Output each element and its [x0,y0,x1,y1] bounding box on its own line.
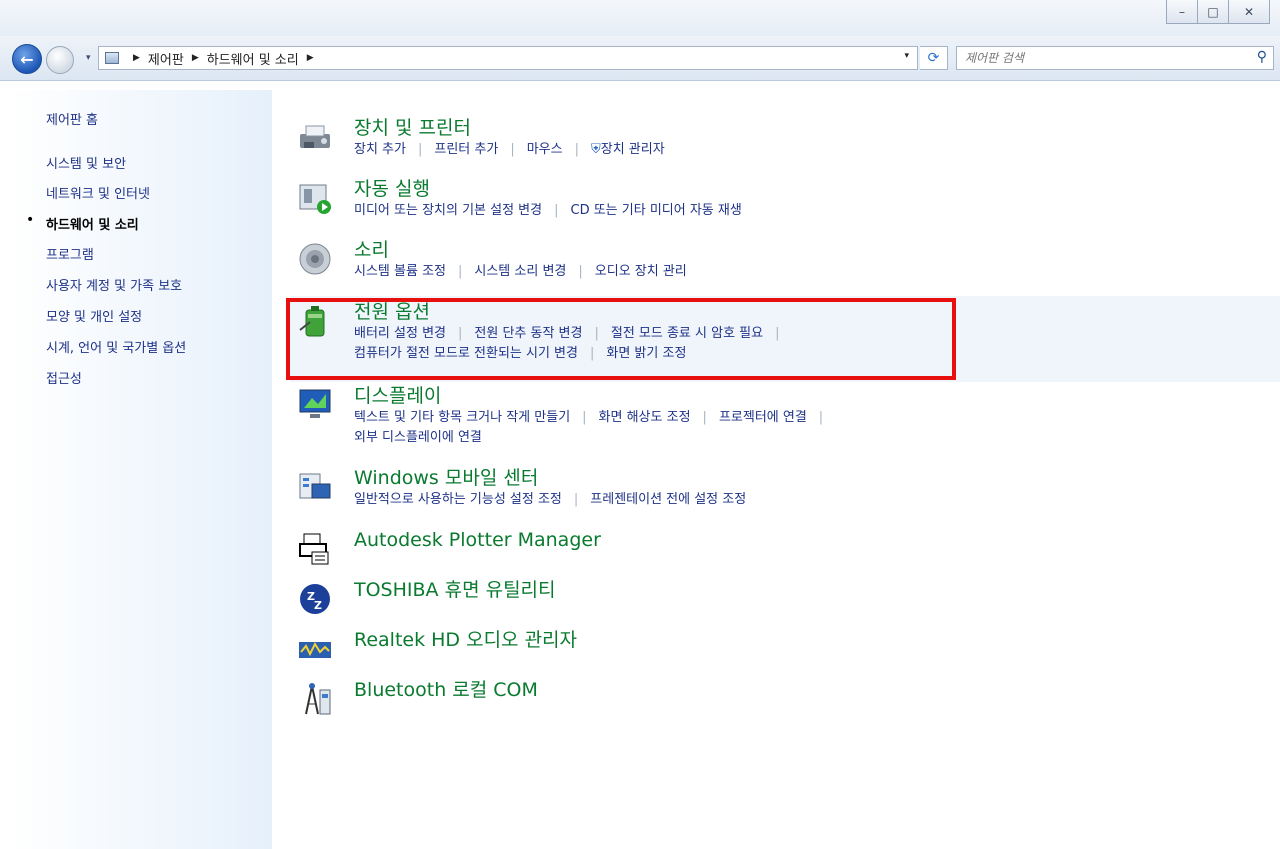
link-separator: | [702,410,707,425]
sidebar-item-system-security[interactable]: 시스템 및 보안 [46,153,126,172]
link-media-defaults[interactable]: 미디어 또는 장치의 기본 설정 변경 [354,203,542,218]
sidebar: 제어판 홈 시스템 및 보안 네트워크 및 인터넷 • 하드웨어 및 소리 프로… [8,90,272,849]
sidebar-item-network[interactable]: 네트워크 및 인터넷 [46,183,150,202]
address-bar[interactable]: ▶ 제어판 ▶ 하드웨어 및 소리 ▶ ▾ [98,46,918,70]
breadcrumb-separator[interactable]: ▶ [133,53,140,63]
link-connect-projector[interactable]: 프로젝터에 연결 [719,410,807,425]
category-title[interactable]: Realtek HD 오디오 관리자 [354,628,577,652]
maximize-button[interactable]: □ [1197,0,1229,24]
category-bluetooth-com: Bluetooth 로컬 COM [298,678,538,716]
sidebar-home-link[interactable]: 제어판 홈 [46,109,98,128]
speaker-icon [298,242,332,276]
history-dropdown-icon[interactable]: ▾ [86,53,91,63]
category-title[interactable]: TOSHIBA 휴면 유틸리티 [354,578,556,602]
breadcrumb-control-panel[interactable]: 제어판 [148,49,184,68]
link-separator: | [510,142,515,157]
search-box[interactable]: ⚲ [956,46,1274,70]
category-title[interactable]: 디스플레이 [354,384,835,408]
svg-text:Z: Z [314,599,322,612]
link-separator: | [578,264,583,279]
category-title[interactable]: 자동 실행 [354,177,742,201]
window-controls: – □ ✕ [1166,0,1270,24]
sidebar-item-accessibility[interactable]: 접근성 [46,368,82,387]
sidebar-item-appearance[interactable]: 모양 및 개인 설정 [46,306,142,325]
link-screen-resolution[interactable]: 화면 해상도 조정 [599,410,691,425]
link-common-settings[interactable]: 일반적으로 사용하는 기능성 설정 조정 [354,492,562,507]
link-text-size[interactable]: 텍스트 및 기타 항목 크거나 작게 만들기 [354,410,570,425]
refresh-button[interactable]: ⟳ [920,46,948,70]
printer-icon [298,120,332,154]
sidebar-item-clock-language[interactable]: 시계, 언어 및 국가별 옵션 [46,337,186,356]
link-separator: | [417,142,423,157]
realtek-icon [298,632,332,666]
category-sound: 소리 시스템 볼륨 조정 | 시스템 소리 변경 | 오디오 장치 관리 [298,238,687,282]
link-add-printer[interactable]: 프린터 추가 [434,142,498,157]
sidebar-item-hardware-sound: 하드웨어 및 소리 [46,218,139,233]
highlight-box [286,298,956,380]
link-separator: | [573,492,579,507]
display-icon [298,388,332,422]
autoplay-icon [298,181,332,215]
category-display: 디스플레이 텍스트 및 기타 항목 크거나 작게 만들기 | 화면 해상도 조정 | 프… [298,384,835,448]
category-plotter-manager: Autodesk Plotter Manager [298,528,601,566]
search-icon[interactable]: ⚲ [1257,49,1267,65]
mobility-icon [298,470,332,504]
forward-button[interactable] [46,46,74,74]
link-mouse[interactable]: 마우스 [527,142,563,157]
title-bar: – □ ✕ [0,0,1280,36]
minimize-button[interactable]: – [1166,0,1198,24]
link-separator: | [554,203,559,218]
breadcrumb-separator[interactable]: ▶ [307,53,314,63]
link-adjust-volume[interactable]: 시스템 볼륨 조정 [354,264,446,279]
shield-icon: ⛨ [590,142,601,157]
sleep-icon: ZZ [298,582,332,616]
category-title[interactable]: Autodesk Plotter Manager [354,528,601,552]
category-autoplay: 자동 실행 미디어 또는 장치의 기본 설정 변경 | CD 또는 기타 미디어 자… [298,177,742,221]
sidebar-item-programs[interactable]: 프로그램 [46,244,94,263]
link-cd-autoplay[interactable]: CD 또는 기타 미디어 자동 재생 [571,203,742,218]
close-button[interactable]: ✕ [1228,0,1270,24]
link-separator: | [582,410,587,425]
breadcrumb-separator[interactable]: ▶ [192,53,199,63]
main-content: 장치 및 프린터 장치 추가 | 프린터 추가 | 마우스 | ⛨장치 관리자 자동 실행 … [272,90,1280,849]
link-separator: | [818,410,824,425]
link-separator: | [574,142,579,157]
category-title[interactable]: 장치 및 프린터 [354,116,665,140]
category-devices-printers: 장치 및 프린터 장치 추가 | 프린터 추가 | 마우스 | ⛨장치 관리자 [298,116,665,160]
plotter-icon [298,532,332,566]
current-item-bullet: • [26,212,35,228]
link-separator: | [458,264,463,279]
bluetooth-icon [298,682,332,716]
category-mobility-center: Windows 모바일 센터 일반적으로 사용하는 기능성 설정 조정 | 프레젠테… [298,466,746,510]
link-add-device[interactable]: 장치 추가 [354,142,406,157]
link-external-display[interactable]: 외부 디스플레이에 연결 [354,430,482,445]
control-panel-window: – □ ✕ ← ▾ ▶ 제어판 ▶ 하드웨어 및 소리 ▶ ▾ ⟳ ⚲ 제어판 … [0,0,1280,849]
category-title[interactable]: Windows 모바일 센터 [354,466,746,490]
control-panel-icon [105,52,119,64]
back-button[interactable]: ← [12,44,42,74]
link-manage-audio[interactable]: 오디오 장치 관리 [595,264,687,279]
link-change-sounds[interactable]: 시스템 소리 변경 [474,264,566,279]
link-presentation-settings[interactable]: 프레젠테이션 전에 설정 조정 [590,492,746,507]
breadcrumb-hardware-sound[interactable]: 하드웨어 및 소리 [207,49,299,68]
link-device-manager[interactable]: 장치 관리자 [601,142,665,157]
category-title[interactable]: Bluetooth 로컬 COM [354,678,538,702]
category-toshiba-sleep: ZZ TOSHIBA 휴면 유틸리티 [298,578,556,616]
sidebar-item-user-accounts[interactable]: 사용자 계정 및 가족 보호 [46,275,182,294]
address-dropdown-icon[interactable]: ▾ [904,51,909,61]
category-realtek-audio: Realtek HD 오디오 관리자 [298,628,577,666]
search-input[interactable] [965,48,1235,68]
category-title[interactable]: 소리 [354,238,687,262]
